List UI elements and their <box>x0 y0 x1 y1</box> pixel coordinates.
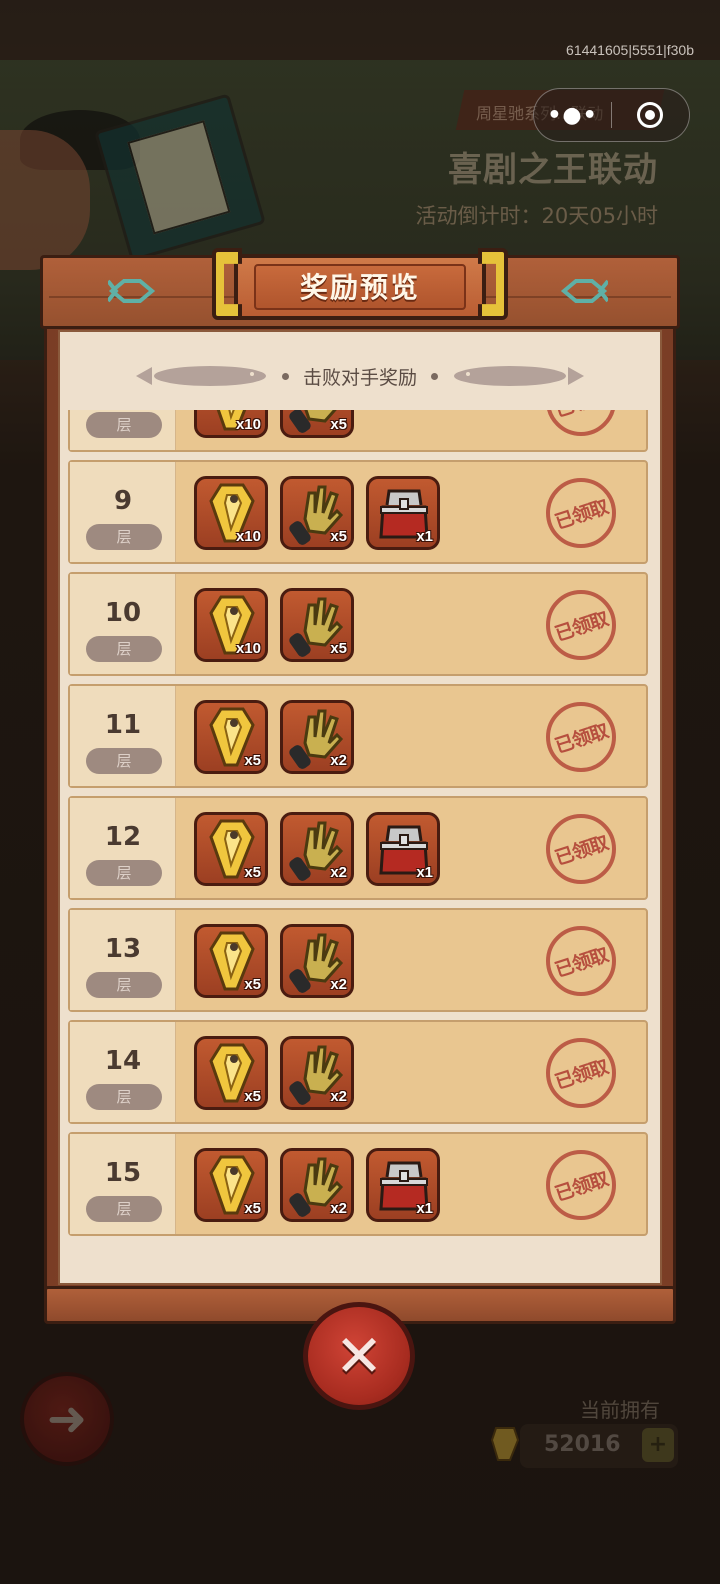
reward-item[interactable]: x5 <box>280 588 354 662</box>
reward-item[interactable]: x5 <box>194 700 268 774</box>
level-number: 9 <box>113 486 133 516</box>
reward-item[interactable]: x1 <box>366 1148 440 1222</box>
claimed-stamp: 已领取 <box>546 1038 616 1108</box>
level-unit: 层 <box>86 1196 162 1222</box>
reward-item[interactable]: x5 <box>194 924 268 998</box>
more-dots-icon: •●• <box>547 102 598 128</box>
reward-item[interactable]: x1 <box>366 812 440 886</box>
reward-item[interactable]: x2 <box>280 700 354 774</box>
reward-item[interactable]: x2 <box>280 1148 354 1222</box>
claimed-stamp: 已领取 <box>546 1150 616 1220</box>
reward-row: 11 层 x5 x2 已领取 <box>68 684 648 788</box>
reward-item[interactable]: x2 <box>280 924 354 998</box>
item-quantity: x5 <box>244 1200 261 1217</box>
level-unit: 层 <box>86 860 162 886</box>
reward-row: 10 层 x10 x5 已领取 <box>68 572 648 676</box>
title-plate: 奖励预览 <box>210 246 510 330</box>
level-number: 12 <box>104 822 142 852</box>
reward-row: 15 层 x5 x2 x1 已领取 <box>68 1132 648 1236</box>
level-cell: 8层 <box>70 410 176 450</box>
level-number: 13 <box>104 934 142 964</box>
exit-mini-program-button[interactable] <box>612 89 689 141</box>
reward-row: 14 层 x5 x2 已领取 <box>68 1020 648 1124</box>
item-quantity: x2 <box>330 864 347 881</box>
reward-item[interactable]: x2 <box>280 1036 354 1110</box>
item-quantity: x5 <box>244 976 261 993</box>
fish-right-icon <box>454 366 584 386</box>
level-cell: 11 层 <box>70 686 176 786</box>
item-quantity: x10 <box>235 416 261 433</box>
reward-item[interactable]: x5 <box>194 1036 268 1110</box>
reward-list[interactable]: 8层x10x5已领取9层x10x5x1已领取10层x10x5已领取11层x5x2… <box>60 410 660 1280</box>
reward-row: 8层 x10 x5 已领取 <box>68 410 648 452</box>
level-unit: 层 <box>86 524 162 550</box>
debug-id: 61441605|5551|f30b <box>566 42 694 58</box>
level-unit: 层 <box>86 1084 162 1110</box>
item-quantity: x1 <box>416 1200 433 1217</box>
close-modal-button[interactable]: ✕ <box>303 1302 415 1410</box>
reward-row: 13 层 x5 x2 已领取 <box>68 908 648 1012</box>
reward-item[interactable]: x5 <box>194 812 268 886</box>
claimed-stamp: 已领取 <box>546 814 616 884</box>
reward-item[interactable]: x5 <box>280 476 354 550</box>
level-number: 14 <box>104 1046 142 1076</box>
target-circle-icon <box>637 102 664 128</box>
reward-item[interactable]: x10 <box>194 588 268 662</box>
reward-row: 9 层 x10 x5 x1 已领取 <box>68 460 648 564</box>
reward-subtitle: 击败对手奖励 <box>302 366 417 389</box>
item-quantity: x2 <box>330 1088 347 1105</box>
level-cell: 15 层 <box>70 1134 176 1234</box>
level-cell: 12 层 <box>70 798 176 898</box>
reward-item[interactable]: x5 <box>194 1148 268 1222</box>
item-quantity: x5 <box>244 752 261 769</box>
reward-row: 12 层 x5 x2 x1 已领取 <box>68 796 648 900</box>
close-icon: ✕ <box>334 1322 384 1390</box>
level-cell: 9层 <box>70 462 176 562</box>
level-unit: 层 <box>86 636 162 662</box>
item-quantity: x2 <box>330 752 347 769</box>
fish-emblem-icon <box>560 279 608 303</box>
claimed-stamp: 已领取 <box>546 702 616 772</box>
reward-item[interactable]: x10 <box>194 410 268 438</box>
item-quantity: x2 <box>330 976 347 993</box>
level-unit: 层 <box>86 748 162 774</box>
claimed-stamp: 已领取 <box>546 478 616 548</box>
reward-item[interactable]: x1 <box>366 476 440 550</box>
modal-title: 奖励预览 <box>299 271 420 304</box>
item-quantity: x5 <box>330 528 347 545</box>
item-quantity: x10 <box>235 640 261 657</box>
reward-subheader: 击败对手奖励 <box>60 340 660 412</box>
claimed-stamp: 已领取 <box>546 926 616 996</box>
item-quantity: x5 <box>330 640 347 657</box>
level-number: 10 <box>104 598 142 628</box>
item-quantity: x10 <box>235 528 261 545</box>
level-cell: 14 层 <box>70 1022 176 1122</box>
reward-item[interactable]: x10 <box>194 476 268 550</box>
level-unit: 层 <box>86 972 162 998</box>
fish-left-icon <box>135 366 266 386</box>
item-quantity: x1 <box>416 864 433 881</box>
mini-program-capsule: •●• <box>533 88 690 142</box>
level-number: 11 <box>104 710 142 740</box>
claimed-stamp: 已领取 <box>546 410 616 436</box>
reward-item[interactable]: x5 <box>280 410 354 438</box>
claimed-stamp: 已领取 <box>546 590 616 660</box>
more-menu-button[interactable]: •●• <box>534 89 611 141</box>
item-quantity: x5 <box>244 1088 261 1105</box>
item-quantity: x5 <box>244 864 261 881</box>
item-quantity: x5 <box>330 416 347 433</box>
level-number: 15 <box>104 1158 142 1188</box>
item-quantity: x2 <box>330 1200 347 1217</box>
level-cell: 13 层 <box>70 910 176 1010</box>
item-quantity: x1 <box>416 528 433 545</box>
level-unit: 层 <box>86 412 162 438</box>
fish-emblem-icon <box>108 279 156 303</box>
reward-item[interactable]: x2 <box>280 812 354 886</box>
level-cell: 10 层 <box>70 574 176 674</box>
